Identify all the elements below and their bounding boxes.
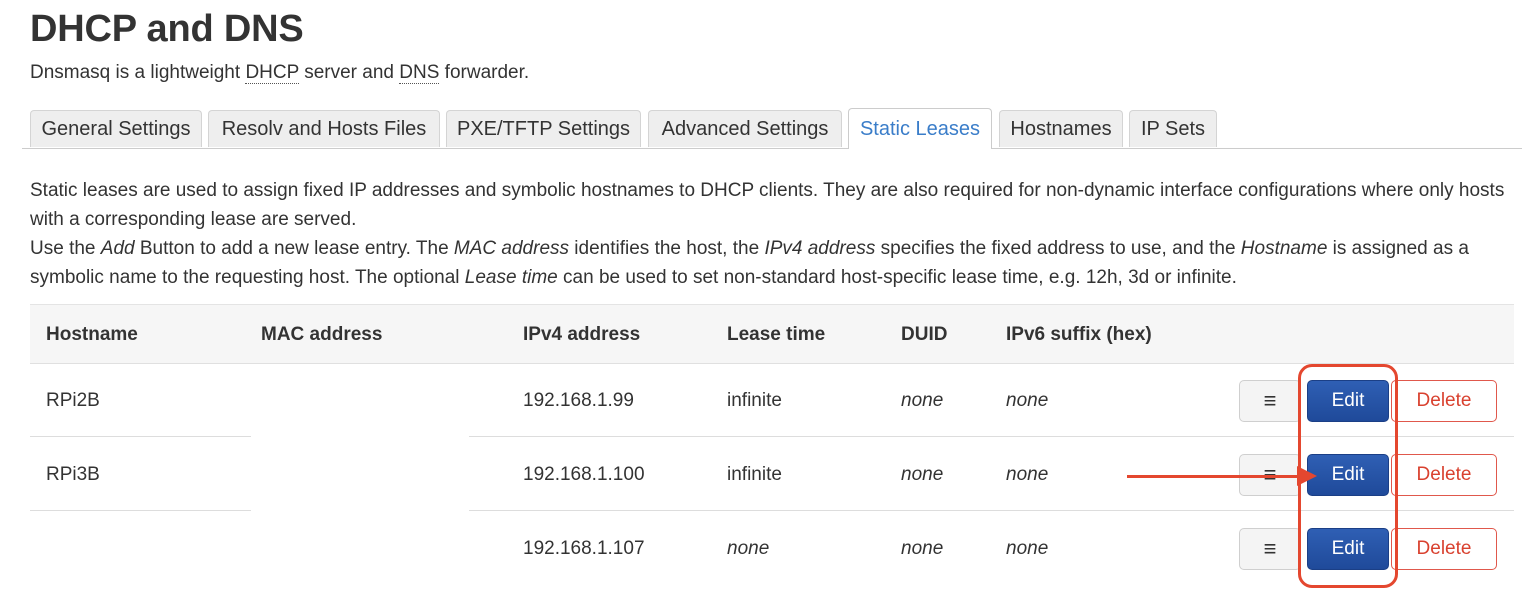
delete-button[interactable]: Delete xyxy=(1391,528,1497,570)
cell-lease-time: infinite xyxy=(727,464,782,485)
cell-ipv6-suffix: none xyxy=(1006,538,1049,559)
tab-bar: General Settings Resolv and Hosts Files … xyxy=(22,108,1522,149)
row-divider xyxy=(30,510,251,511)
drag-handle-button[interactable]: ≡ xyxy=(1239,454,1301,496)
cell-lease-time: infinite xyxy=(727,390,782,411)
section-description: Static leases are used to assign fixed I… xyxy=(30,176,1510,292)
cell-lease-time: none xyxy=(727,538,770,559)
description-paragraph: Use the Add Button to add a new lease en… xyxy=(30,238,1469,288)
header-mac-address: MAC address xyxy=(261,324,383,345)
subtitle-text: forwarder. xyxy=(439,62,530,83)
edit-button[interactable]: Edit xyxy=(1307,380,1389,422)
tab-ip-sets[interactable]: IP Sets xyxy=(1129,110,1217,147)
header-duid: DUID xyxy=(901,324,948,345)
subtitle-text: server and xyxy=(298,62,400,83)
cell-ipv6-suffix: none xyxy=(1006,464,1049,485)
delete-button[interactable]: Delete xyxy=(1391,454,1497,496)
tab-static-leases[interactable]: Static Leases xyxy=(848,108,992,149)
cell-hostname: RPi3B xyxy=(46,464,100,485)
dhcp-abbr: DHCP xyxy=(245,62,299,84)
row-divider xyxy=(30,436,251,437)
row-divider xyxy=(469,510,1514,511)
tab-hostnames[interactable]: Hostnames xyxy=(999,110,1123,147)
cell-ipv4-address: 192.168.1.100 xyxy=(523,464,645,485)
description-paragraph: Static leases are used to assign fixed I… xyxy=(30,180,1505,230)
tab-resolv-hosts-files[interactable]: Resolv and Hosts Files xyxy=(208,110,440,147)
delete-button[interactable]: Delete xyxy=(1391,380,1497,422)
cell-ipv4-address: 192.168.1.99 xyxy=(523,390,634,411)
drag-handle-button[interactable]: ≡ xyxy=(1239,528,1301,570)
subtitle-text: Dnsmasq is a lightweight xyxy=(30,62,246,83)
header-hostname: Hostname xyxy=(46,324,138,345)
page-subtitle: Dnsmasq is a lightweight DHCP server and… xyxy=(30,62,529,84)
cell-duid: none xyxy=(901,538,944,559)
cell-hostname: RPi2B xyxy=(46,390,100,411)
header-ipv6-suffix: IPv6 suffix (hex) xyxy=(1006,324,1152,345)
table-header: Hostname MAC address IPv4 address Lease … xyxy=(30,304,1514,364)
header-lease-time: Lease time xyxy=(727,324,826,345)
edit-button[interactable]: Edit xyxy=(1307,528,1389,570)
header-ipv4-address: IPv4 address xyxy=(523,324,641,345)
static-leases-table: Hostname MAC address IPv4 address Lease … xyxy=(30,304,1514,598)
cell-ipv6-suffix: none xyxy=(1006,390,1049,411)
tab-advanced-settings[interactable]: Advanced Settings xyxy=(648,110,842,147)
row-divider xyxy=(469,436,1514,437)
edit-button[interactable]: Edit xyxy=(1307,454,1389,496)
cell-duid: none xyxy=(901,390,944,411)
tab-general-settings[interactable]: General Settings xyxy=(30,110,202,147)
dns-abbr: DNS xyxy=(399,62,440,84)
page-title: DHCP and DNS xyxy=(30,8,304,50)
tab-pxe-tftp-settings[interactable]: PXE/TFTP Settings xyxy=(446,110,641,147)
cell-ipv4-address: 192.168.1.107 xyxy=(523,538,645,559)
drag-handle-button[interactable]: ≡ xyxy=(1239,380,1301,422)
cell-duid: none xyxy=(901,464,944,485)
